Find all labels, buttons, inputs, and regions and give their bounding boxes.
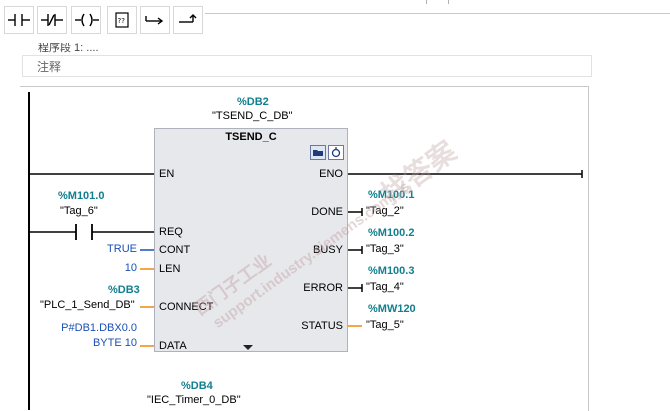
error-address[interactable]: %M100.3 [368, 265, 414, 277]
pin-error: ERROR [303, 282, 343, 294]
data-pointer[interactable]: P#DB1.DBX0.0 [61, 322, 137, 334]
pin-data: DATA [159, 340, 187, 352]
block-diagnostics-icon[interactable] [328, 145, 344, 160]
data-length[interactable]: BYTE 10 [93, 337, 137, 349]
len-value[interactable]: 10 [125, 262, 137, 274]
status-tag[interactable]: "Tag_5" [366, 319, 404, 331]
pin-status: STATUS [301, 320, 343, 332]
expand-block-arrow-icon[interactable] [243, 345, 253, 350]
pin-len: LEN [159, 263, 181, 275]
block-folder-icon[interactable] [310, 145, 326, 160]
cont-value[interactable]: TRUE [107, 243, 137, 255]
next-instance-db-name[interactable]: "IEC_Timer_0_DB" [147, 394, 241, 406]
req-address[interactable]: %M101.0 [58, 190, 104, 202]
connect-db-address[interactable]: %DB3 [108, 284, 140, 296]
busy-tag[interactable]: "Tag_3" [366, 243, 404, 255]
block-type: TSEND_C [225, 131, 277, 143]
pin-done: DONE [311, 206, 343, 218]
status-address[interactable]: %MW120 [368, 303, 416, 315]
instance-db-address[interactable]: %DB2 [237, 96, 269, 108]
pin-eno: ENO [319, 168, 343, 180]
error-tag[interactable]: "Tag_4" [366, 281, 404, 293]
req-tag[interactable]: "Tag_6" [60, 205, 98, 217]
instance-db-name[interactable]: "TSEND_C_DB" [212, 110, 293, 122]
pin-cont: CONT [159, 244, 191, 256]
pin-req: REQ [159, 226, 183, 238]
connect-db-tag[interactable]: "PLC_1_Send_DB" [40, 299, 135, 311]
pin-en: EN [159, 168, 175, 180]
busy-address[interactable]: %M100.2 [368, 227, 414, 239]
next-instance-db-address[interactable]: %DB4 [181, 380, 213, 392]
